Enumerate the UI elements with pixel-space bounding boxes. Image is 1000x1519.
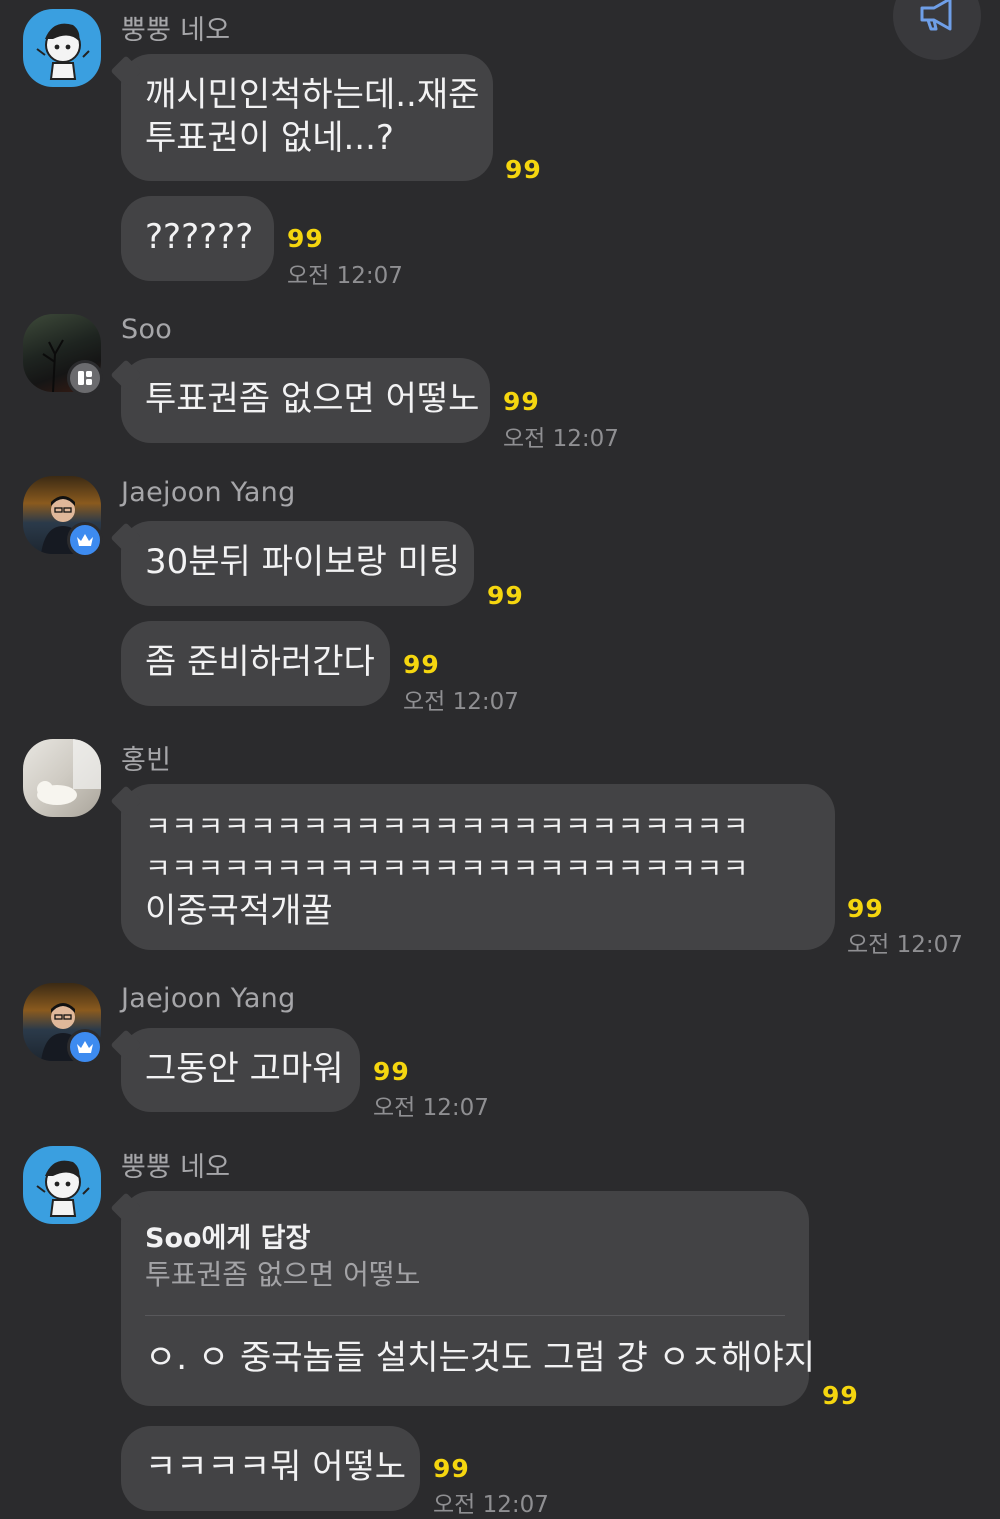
sender-name: Jaejoon Yang — [121, 983, 296, 1014]
sender-name: Jaejoon Yang — [121, 477, 296, 508]
unread-count: 99 — [503, 387, 540, 416]
message-timestamp: 오전 12:07 — [403, 689, 519, 715]
reply-divider — [145, 1315, 785, 1316]
manager-badge-icon — [67, 360, 103, 396]
unread-count: 99 — [505, 155, 542, 184]
message-text-line: 투표권이 없네...? — [145, 118, 394, 158]
message-text-line: ㅋㅋㅋㅋㅋㅋㅋㅋㅋㅋㅋㅋㅋㅋㅋㅋㅋㅋㅋㅋㅋㅋㅋ — [145, 852, 749, 885]
megaphone-icon — [916, 0, 958, 36]
unread-count: 99 — [287, 224, 324, 253]
crown-icon — [67, 1029, 103, 1065]
unread-count: 99 — [822, 1381, 859, 1410]
message-text-line: 깨시민인척하는데..재준 — [145, 75, 480, 115]
crown-icon — [67, 522, 103, 558]
message-text: ?????? — [145, 217, 254, 257]
message-bubble[interactable]: 투표권좀 없으면 어떻노 — [121, 358, 490, 443]
reply-message-bubble[interactable]: Soo에게 답장 투표권좀 없으면 어떻노 ㅇ. ㅇ 중국놈들 설치는것도 그럼… — [121, 1191, 815, 1406]
avatar-jaejoon[interactable] — [23, 983, 103, 1065]
message-bubble[interactable]: 좀 준비하러간다 — [121, 621, 390, 706]
message-text: 투표권좀 없으면 어떻노 — [145, 379, 480, 419]
reply-quoted-text[interactable]: 투표권좀 없으면 어떻노 — [145, 1253, 420, 1296]
message-text-line: 이중국적개꿀 — [145, 891, 333, 931]
unread-count: 99 — [433, 1454, 470, 1483]
message-bubble[interactable]: ㅋㅋㅋㅋㅋㅋㅋㅋㅋㅋㅋㅋㅋㅋㅋㅋㅋㅋㅋㅋㅋㅋㅋ ㅋㅋㅋㅋㅋㅋㅋㅋㅋㅋㅋㅋㅋㅋㅋㅋ… — [121, 784, 835, 950]
neo-character-icon — [36, 23, 90, 80]
dog-photo-icon — [37, 739, 101, 805]
unread-count: 99 — [403, 650, 440, 679]
message-text: 그동안 고마워 — [145, 1049, 344, 1089]
avatar-soo[interactable] — [23, 314, 103, 396]
message-text: 좀 준비하러간다 — [145, 642, 375, 682]
message-bubble[interactable]: 깨시민인척하는데..재준 투표권이 없네...? — [121, 54, 493, 181]
message-timestamp: 오전 12:07 — [503, 426, 619, 452]
avatar-jaejoon[interactable] — [23, 476, 103, 558]
sender-name: Soo — [121, 314, 173, 345]
avatar-neo[interactable] — [23, 9, 101, 87]
unread-count: 99 — [487, 581, 524, 610]
message-bubble[interactable]: ?????? — [121, 196, 274, 281]
message-bubble[interactable]: ㅋㅋㅋㅋ뭐 어떻노 — [121, 1426, 420, 1511]
sender-name: 홍빈 — [121, 745, 172, 776]
message-timestamp: 오전 12:07 — [373, 1095, 489, 1121]
message-timestamp: 오전 12:07 — [287, 263, 403, 289]
message-bubble[interactable]: 그동안 고마워 — [121, 1028, 360, 1112]
message-text: 30분뒤 파이보랑 미팅 — [145, 542, 461, 582]
message-timestamp: 오전 12:07 — [433, 1492, 549, 1518]
notice-button[interactable] — [893, 0, 981, 60]
message-text-line: ㅋㅋㅋㅋㅋㅋㅋㅋㅋㅋㅋㅋㅋㅋㅋㅋㅋㅋㅋㅋㅋㅋㅋ — [145, 810, 749, 843]
avatar-neo[interactable] — [23, 1146, 101, 1224]
neo-character-icon — [36, 1160, 90, 1217]
unread-count: 99 — [847, 894, 884, 923]
message-text: ㅋㅋㅋㅋ뭐 어떻노 — [145, 1447, 407, 1487]
message-bubble[interactable]: 30분뒤 파이보랑 미팅 — [121, 521, 474, 606]
message-text: ㅇ. ㅇ 중국놈들 설치는것도 그럼 걍 ㅇㅈ해야지 — [145, 1338, 815, 1378]
avatar-hongbin[interactable] — [23, 739, 101, 817]
unread-count: 99 — [373, 1057, 410, 1086]
sender-name: 뿡뿡 네오 — [121, 1152, 231, 1183]
message-timestamp: 오전 12:07 — [847, 932, 963, 958]
sender-name: 뿡뿡 네오 — [121, 15, 231, 46]
